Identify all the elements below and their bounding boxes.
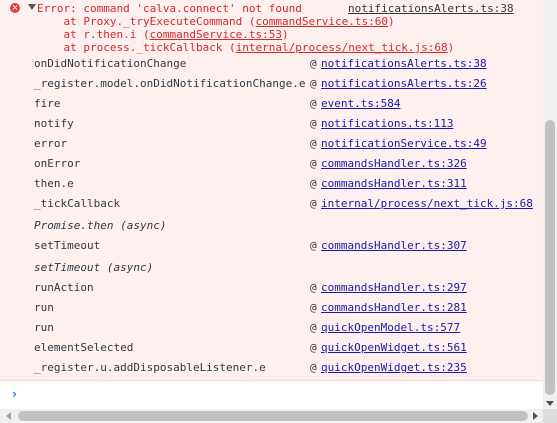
- frame-function: then.e: [34, 177, 74, 190]
- async-separator: setTimeout (async): [34, 261, 154, 274]
- frame-at-sign: @: [310, 57, 317, 70]
- vertical-scroll-thumb[interactable]: [545, 120, 555, 395]
- frame-function: onError: [34, 157, 81, 170]
- frame-function: _tickCallback: [34, 197, 121, 210]
- async-separator: Promise.then (async): [34, 219, 167, 232]
- frame-source-link[interactable]: commandsHandler.ts:326: [321, 157, 467, 171]
- stack-file-link[interactable]: commandService.ts:53: [150, 28, 282, 41]
- frame-function: _register.u.addDisposableListener.e: [34, 361, 266, 374]
- stack-line: at r.then.i (commandService.ts:53): [37, 28, 289, 41]
- frame-source-link[interactable]: commandsHandler.ts:307: [321, 239, 467, 253]
- scrollbar-corner: [543, 409, 557, 423]
- stack-file-link[interactable]: commandService.ts:60: [256, 15, 388, 28]
- stack-line: at process._tickCallback (internal/proce…: [37, 41, 455, 54]
- vertical-scrollbar[interactable]: [543, 0, 557, 409]
- stack-line: at Proxy._tryExecuteCommand (commandServ…: [37, 15, 395, 28]
- frame-function: run: [34, 321, 54, 334]
- scroll-right-arrow-icon[interactable]: [533, 412, 538, 420]
- frame-function: runAction: [34, 281, 94, 294]
- frame-function: run: [34, 301, 54, 314]
- stack-file-link[interactable]: internal/process/next_tick.js:68: [236, 41, 448, 54]
- frame-source-link[interactable]: event.ts:584: [321, 97, 400, 111]
- scroll-left-arrow-icon[interactable]: [6, 412, 11, 420]
- frame-function: _register.model.onDidNotificationChange.…: [34, 77, 306, 90]
- frame-at-sign: @: [310, 157, 317, 170]
- frame-at-sign: @: [310, 177, 317, 190]
- frame-source-link[interactable]: commandsHandler.ts:311: [321, 177, 467, 191]
- prompt-chevron-icon: ›: [12, 387, 17, 401]
- frame-at-sign: @: [310, 361, 317, 374]
- frame-source-link[interactable]: quickOpenWidget.ts:561: [321, 341, 467, 355]
- error-message[interactable]: Error: command 'calva.connect' not found: [37, 2, 302, 15]
- expand-triangle-icon[interactable]: [28, 4, 36, 10]
- frame-source-link[interactable]: commandsHandler.ts:281: [321, 301, 467, 315]
- frame-source-link[interactable]: notifications.ts:113: [321, 117, 453, 131]
- frame-at-sign: @: [310, 321, 317, 334]
- frame-source-link[interactable]: notificationsAlerts.ts:38: [321, 57, 487, 71]
- frame-at-sign: @: [310, 281, 317, 294]
- frame-source-link[interactable]: notificationService.ts:49: [321, 137, 487, 151]
- frame-at-sign: @: [310, 97, 317, 110]
- frame-function: notify: [34, 117, 74, 130]
- frame-at-sign: @: [310, 77, 317, 90]
- error-source-link[interactable]: notificationsAlerts.ts:38: [348, 2, 514, 15]
- frame-at-sign: @: [310, 137, 317, 150]
- frame-at-sign: @: [310, 197, 317, 210]
- frame-at-sign: @: [310, 301, 317, 314]
- frame-source-link[interactable]: commandsHandler.ts:297: [321, 281, 467, 295]
- error-message-block: × Error: command 'calva.connect' not fou…: [0, 0, 543, 381]
- frame-function: fire: [34, 97, 61, 110]
- scroll-down-arrow-icon[interactable]: [546, 401, 554, 406]
- horizontal-scrollbar[interactable]: [0, 409, 543, 423]
- frame-function: elementSelected: [34, 341, 134, 354]
- frame-at-sign: @: [310, 117, 317, 130]
- frame-function: error: [34, 137, 68, 150]
- frame-source-link[interactable]: quickOpenModel.ts:577: [321, 321, 460, 335]
- frame-function: onDidNotificationChange: [34, 57, 187, 70]
- console-panel: × Error: command 'calva.connect' not fou…: [0, 0, 543, 409]
- console-input-row[interactable]: ›: [0, 381, 543, 409]
- frame-at-sign: @: [310, 239, 317, 252]
- frame-at-sign: @: [310, 341, 317, 354]
- frame-source-link[interactable]: notificationsAlerts.ts:26: [321, 77, 487, 91]
- frame-source-link[interactable]: internal/process/next_tick.js:68: [321, 197, 533, 211]
- error-circle-icon: ×: [10, 3, 20, 13]
- horizontal-scroll-thumb[interactable]: [18, 411, 528, 421]
- frame-source-link[interactable]: quickOpenWidget.ts:235: [321, 361, 467, 375]
- frame-function: setTimeout: [34, 239, 101, 252]
